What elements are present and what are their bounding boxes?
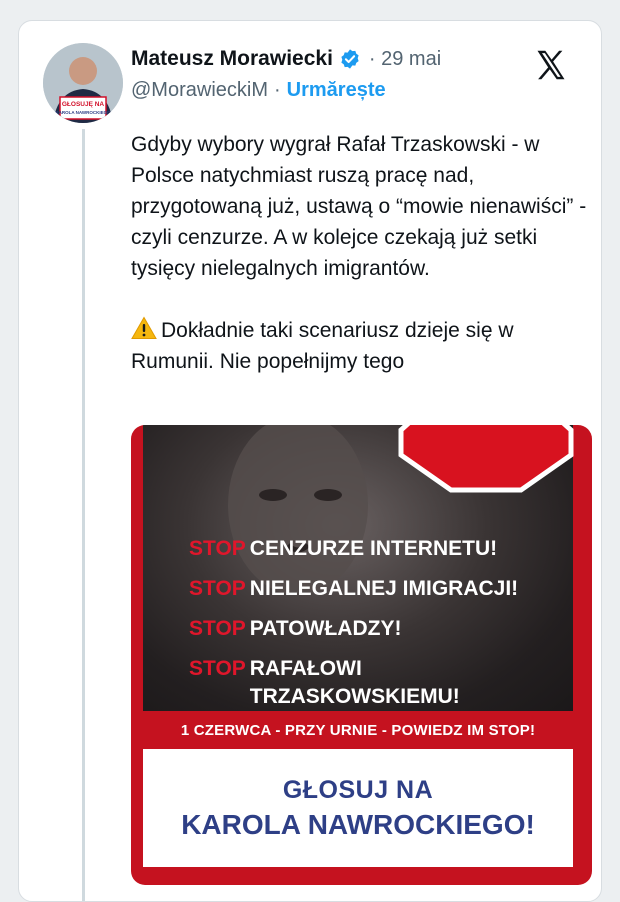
paragraph-spacer (131, 284, 591, 315)
tweet-paragraph-1: Gdyby wybory wygrał Rafał Trzaskowski - … (131, 133, 587, 280)
slogan-4-stop: STOP (189, 657, 246, 680)
avatar-badge-line1: GŁOSUJĘ NA (62, 101, 105, 108)
vote-line-1: GŁOSUJ NA (282, 775, 434, 804)
tweet-text: Gdyby wybory wygrał Rafał Trzaskowski - … (131, 129, 591, 377)
campaign-photo: STOP CENZURZE INTERNETU! STOP NIELEGALNEJ … (143, 425, 574, 711)
author-handle[interactable]: @MorawieckiM (131, 79, 268, 102)
tweet-media-image[interactable]: STOP CENZURZE INTERNETU! STOP NIELEGALNEJ … (131, 425, 592, 885)
thread-line (82, 129, 85, 901)
slogan-4: STOP RAFAŁOWI TRZASKOWSKIEMU! (189, 655, 518, 711)
vote-line-2: KAROLA NAWROCKIEGO! (181, 808, 535, 840)
avatar-badge-line2: KAROLA NAWROCKIEGO (55, 110, 111, 115)
slogan-2-text: NIELEGALNEJ IMIGRACJI! (249, 577, 519, 600)
avatar[interactable]: GŁOSUJĘ NA KAROLA NAWROCKIEGO (43, 43, 123, 123)
tweet-header: Mateusz Morawiecki · 29 mai @MorawieckiM… (131, 43, 583, 105)
warning-icon (131, 316, 157, 339)
slogan-1-stop: STOP (189, 537, 246, 560)
election-date-banner: 1 CZERWCA - PRZY URNIE - POWIEDZ IM STOP… (180, 721, 536, 739)
slogan-2: STOP NIELEGALNEJ IMIGRACJI! (189, 575, 518, 603)
slogan-3-text: PATOWŁADZY! (249, 617, 402, 640)
name-row: Mateusz Morawiecki · 29 mai (131, 43, 583, 75)
slogan-1: STOP CENZURZE INTERNETU! (189, 535, 518, 563)
tweet-paragraph-2-text: Dokładnie taki scenariusz dzieje się w R… (131, 319, 514, 373)
slogan-list: STOP CENZURZE INTERNETU! STOP NIELEGALNEJ … (189, 535, 518, 723)
separator-dot: · (273, 78, 281, 101)
verified-badge-icon (341, 49, 359, 69)
handle-row: @MorawieckiM · Urmărește (131, 75, 583, 105)
vote-box: GŁOSUJ NA KAROLA NAWROCKIEGO! (143, 749, 573, 867)
slogan-2-stop: STOP (189, 577, 246, 600)
avatar-image: GŁOSUJĘ NA KAROLA NAWROCKIEGO (43, 43, 123, 123)
x-logo-icon[interactable] (533, 47, 569, 83)
tweet-card: GŁOSUJĘ NA KAROLA NAWROCKIEGO Mateusz Mo… (18, 20, 602, 902)
slogan-4-text: RAFAŁOWI TRZASKOWSKIEMU! (249, 657, 460, 708)
slogan-1-text: CENZURZE INTERNETU! (249, 537, 498, 560)
author-name[interactable]: Mateusz Morawiecki (131, 47, 333, 71)
tweet-paragraph-2: Dokładnie taki scenariusz dzieje się w R… (131, 315, 591, 377)
follow-button[interactable]: Urmărește (287, 79, 386, 102)
tweet-date[interactable]: · 29 mai (369, 48, 441, 71)
slogan-3: STOP PATOWŁADZY! (189, 615, 518, 643)
slogan-3-stop: STOP (189, 617, 246, 640)
stop-sign-graphic (398, 425, 574, 493)
